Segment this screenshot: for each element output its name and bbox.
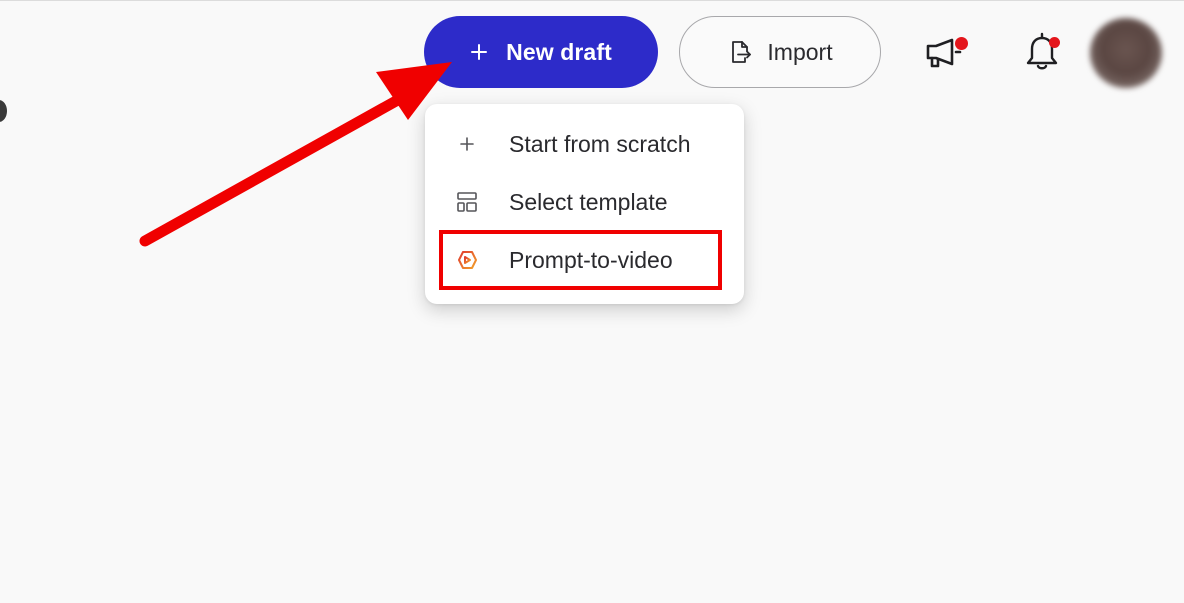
plus-icon xyxy=(470,43,488,61)
bell-icon xyxy=(1019,28,1065,79)
prompt-to-video-icon xyxy=(455,248,479,272)
menu-item-select-template[interactable]: Select template xyxy=(425,174,744,230)
announcements-badge xyxy=(955,37,968,50)
new-draft-button[interactable]: New draft xyxy=(424,16,658,88)
edge-handle[interactable] xyxy=(0,100,7,122)
template-layout-icon xyxy=(455,190,479,214)
plus-icon xyxy=(455,132,479,156)
user-avatar[interactable] xyxy=(1090,18,1162,88)
notifications-button[interactable] xyxy=(1019,28,1065,74)
file-export-icon xyxy=(727,39,753,65)
import-label: Import xyxy=(767,38,833,65)
menu-item-prompt-to-video[interactable]: Prompt-to-video xyxy=(425,232,744,288)
import-button[interactable]: Import xyxy=(679,16,881,88)
menu-item-label: Start from scratch xyxy=(509,130,691,157)
new-draft-menu: Start from scratch Select template Promp… xyxy=(425,104,744,304)
top-divider xyxy=(0,0,1184,1)
menu-item-label: Prompt-to-video xyxy=(509,246,673,273)
menu-item-label: Select template xyxy=(509,188,668,215)
menu-item-start-from-scratch[interactable]: Start from scratch xyxy=(425,116,744,172)
notifications-badge xyxy=(1049,37,1060,48)
announcements-button[interactable] xyxy=(922,30,968,74)
new-draft-label: New draft xyxy=(506,38,612,65)
